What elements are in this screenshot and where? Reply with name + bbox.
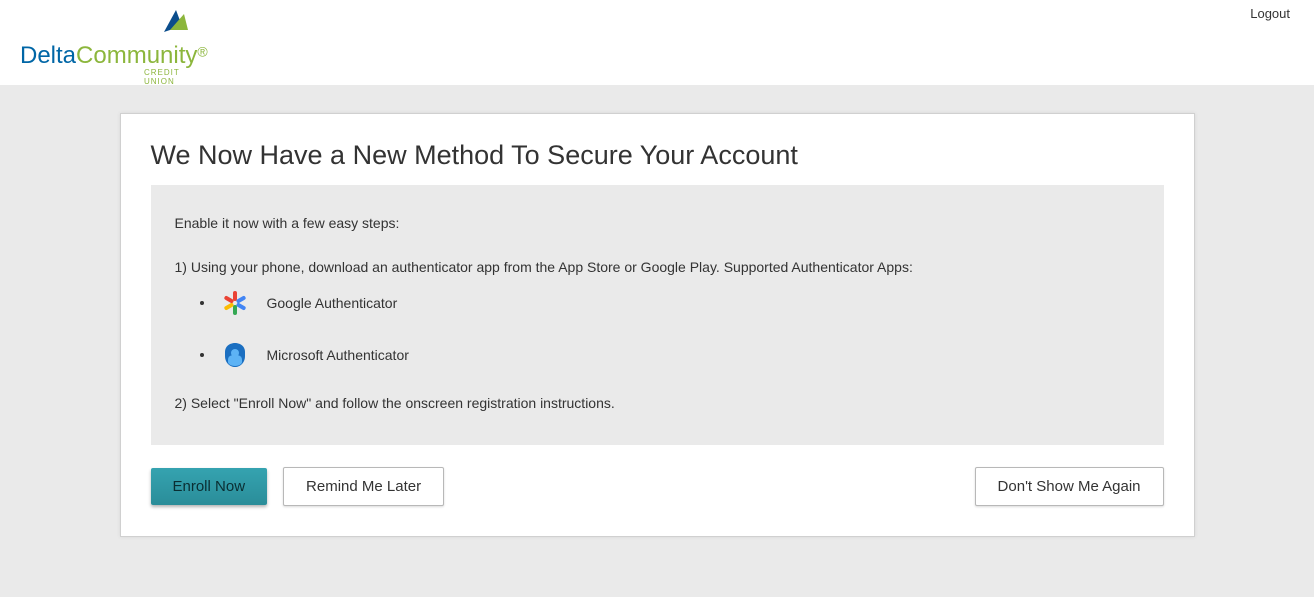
logo-icon [160, 8, 192, 41]
logo-text-community: Community [76, 42, 197, 69]
microsoft-authenticator-icon [221, 341, 249, 369]
logo-text-delta: Delta [20, 42, 76, 69]
button-row: Enroll Now Remind Me Later Don't Show Me… [151, 467, 1164, 506]
content-area: We Now Have a New Method To Secure Your … [0, 85, 1314, 597]
list-item: Microsoft Authenticator [215, 341, 1140, 369]
app-label: Microsoft Authenticator [267, 347, 409, 363]
header: DeltaCommunity® CREDIT UNION Logout [0, 0, 1314, 85]
enrollment-card: We Now Have a New Method To Secure Your … [120, 113, 1195, 537]
card-title: We Now Have a New Method To Secure Your … [151, 140, 1164, 171]
dont-show-me-again-button[interactable]: Don't Show Me Again [975, 467, 1164, 506]
remind-me-later-button[interactable]: Remind Me Later [283, 467, 444, 506]
list-item: Google Authenticator [215, 289, 1140, 317]
logo: DeltaCommunity® CREDIT UNION [20, 10, 192, 41]
enroll-now-button[interactable]: Enroll Now [151, 468, 268, 505]
step-1-text: 1) Using your phone, download an authent… [175, 259, 1140, 275]
app-label: Google Authenticator [267, 295, 398, 311]
authenticator-apps-list: Google Authenticator Microsoft Authentic… [215, 289, 1140, 369]
logo-subtext: CREDIT UNION [144, 68, 192, 86]
step-2-text: 2) Select "Enroll Now" and follow the on… [175, 395, 1140, 411]
intro-text: Enable it now with a few easy steps: [175, 215, 1140, 231]
instructions-panel: Enable it now with a few easy steps: 1) … [151, 185, 1164, 445]
google-authenticator-icon [221, 289, 249, 317]
logout-link[interactable]: Logout [1250, 6, 1290, 21]
